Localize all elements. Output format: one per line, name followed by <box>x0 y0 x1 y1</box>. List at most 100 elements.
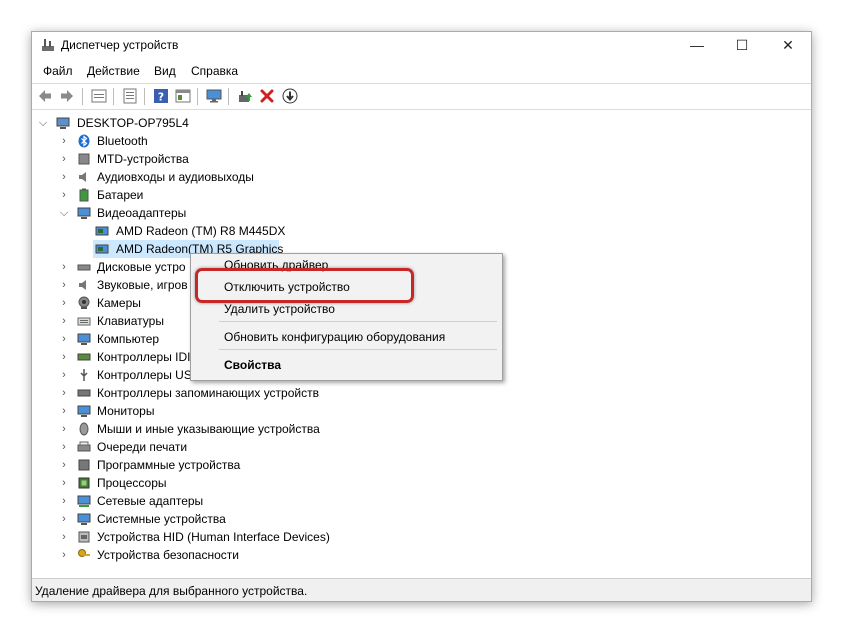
computer-icon <box>77 333 91 345</box>
processor-icon <box>78 477 90 489</box>
network-adapter-icon <box>77 495 91 507</box>
tree-root-label: DESKTOP-OP795L4 <box>77 116 189 130</box>
tree-item-label: Контроллеры запоминающих устройств <box>97 386 319 400</box>
tree-item-label: Сетевые адаптеры <box>97 494 204 508</box>
chevron-right-icon[interactable]: › <box>59 132 69 150</box>
tree-item-label: Батареи <box>97 188 144 202</box>
toolbar-separator <box>144 88 145 105</box>
context-separator <box>219 321 497 322</box>
tree-item-label: Системные устройства <box>97 512 226 526</box>
menu-file[interactable]: Файл <box>43 64 73 78</box>
chevron-right-icon[interactable]: › <box>59 546 69 564</box>
chevron-down-icon[interactable]: ⌵ <box>59 204 69 222</box>
hid-icon <box>78 531 90 543</box>
properties-grid-icon[interactable] <box>91 88 107 104</box>
tree-item-label: Устройства безопасности <box>97 548 239 562</box>
chevron-right-icon[interactable]: › <box>59 402 69 420</box>
svg-text:?: ? <box>158 91 164 104</box>
tree-item-label: Звуковые, игров <box>97 278 188 292</box>
gpu-icon <box>95 226 109 236</box>
tree-item-label: Аудиовходы и аудиовыходы <box>97 170 254 184</box>
chevron-right-icon[interactable]: › <box>59 150 69 168</box>
chevron-right-icon[interactable]: › <box>59 186 69 204</box>
tree-item-label: Мыши и иные указывающие устройства <box>97 422 320 436</box>
chevron-right-icon[interactable]: › <box>59 348 69 366</box>
toolbar-separator <box>113 88 114 105</box>
forward-arrow-icon[interactable] <box>59 88 75 104</box>
computer-root-icon <box>56 117 70 129</box>
mtd-device-icon <box>78 153 90 165</box>
keyboard-icon <box>77 317 91 326</box>
chevron-right-icon[interactable]: › <box>59 420 69 438</box>
disk-drive-icon <box>77 264 91 271</box>
uninstall-red-x-icon[interactable] <box>259 88 275 104</box>
update-driver-icon[interactable] <box>237 88 253 104</box>
chevron-right-icon[interactable]: › <box>59 528 69 546</box>
toolbar-separator <box>197 88 198 105</box>
tree-item-label: Видеоадаптеры <box>97 206 187 220</box>
software-device-icon <box>78 459 90 471</box>
toolbar-separator <box>82 88 83 105</box>
status-text: Удаление драйвера для выбранного устройс… <box>35 584 308 598</box>
window-title: Диспетчер устройств <box>61 38 179 52</box>
display-adapter-icon <box>77 207 91 219</box>
tree-item-label: Bluetooth <box>97 134 148 148</box>
tree-item-label: AMD Radeon (TM) R8 M445DX <box>116 224 286 238</box>
tree-item-label: Камеры <box>97 296 141 310</box>
storage-controller-icon <box>77 389 91 397</box>
menu-view[interactable]: Вид <box>154 64 176 78</box>
tree-item-label: Процессоры <box>97 476 167 490</box>
chevron-right-icon[interactable]: › <box>59 492 69 510</box>
tree-item-label: Мониторы <box>97 404 155 418</box>
download-icon[interactable] <box>282 88 298 104</box>
system-device-icon <box>77 513 91 525</box>
maximize-button[interactable]: ☐ <box>719 32 765 58</box>
highlight-annotation-frame <box>195 268 414 303</box>
close-button[interactable]: ✕ <box>765 32 811 58</box>
speaker-icon <box>79 172 86 182</box>
chevron-right-icon[interactable]: › <box>59 510 69 528</box>
tree-item-label: Дисковые устро <box>97 260 186 274</box>
tree-item-label: Контроллеры US <box>97 368 192 382</box>
chevron-right-icon[interactable]: › <box>59 330 69 348</box>
help-icon[interactable]: ? <box>153 88 169 104</box>
tree-item-label: Устройства HID (Human Interface Devices) <box>97 530 330 544</box>
battery-icon <box>79 188 89 202</box>
chevron-right-icon[interactable]: › <box>59 276 69 294</box>
toolbar: ? <box>32 83 811 110</box>
menu-action[interactable]: Действие <box>87 64 140 78</box>
tree-item-label: Очереди печати <box>97 440 188 454</box>
chevron-right-icon[interactable]: › <box>59 258 69 276</box>
chevron-right-icon[interactable]: › <box>59 438 69 456</box>
context-scan-hardware[interactable]: Обновить конфигурацию оборудования <box>224 330 445 344</box>
context-properties[interactable]: Свойства <box>224 358 281 372</box>
toolbar-separator <box>228 88 229 105</box>
chevron-right-icon[interactable]: › <box>59 384 69 402</box>
context-separator <box>219 349 497 350</box>
monitor-icon <box>77 405 91 417</box>
security-key-icon <box>78 549 90 557</box>
bluetooth-icon <box>78 134 90 148</box>
minimize-button[interactable]: — <box>674 32 720 58</box>
printer-icon <box>77 441 91 452</box>
chevron-down-icon[interactable]: ⌵ <box>38 114 48 132</box>
menu-help[interactable]: Справка <box>191 64 238 78</box>
tree-item-label: Клавиатуры <box>97 314 164 328</box>
camera-icon <box>78 296 90 309</box>
chevron-right-icon[interactable]: › <box>59 168 69 186</box>
mouse-icon <box>79 422 89 436</box>
chevron-right-icon[interactable]: › <box>59 312 69 330</box>
chevron-right-icon[interactable]: › <box>59 456 69 474</box>
chevron-right-icon[interactable]: › <box>59 366 69 384</box>
chevron-right-icon[interactable]: › <box>59 474 69 492</box>
context-uninstall-device[interactable]: Удалить устройство <box>224 302 335 316</box>
back-arrow-icon[interactable] <box>37 88 53 104</box>
monitor-icon[interactable] <box>206 88 222 104</box>
usb-icon <box>80 369 88 381</box>
chevron-right-icon[interactable]: › <box>59 294 69 312</box>
tree-root[interactable]: ⌵ DESKTOP-OP795L4 <box>32 114 809 132</box>
tree-item-label: Компьютер <box>97 332 160 346</box>
details-icon[interactable] <box>175 88 191 104</box>
list-icon[interactable] <box>122 88 138 104</box>
device-manager-app-icon <box>42 39 54 51</box>
